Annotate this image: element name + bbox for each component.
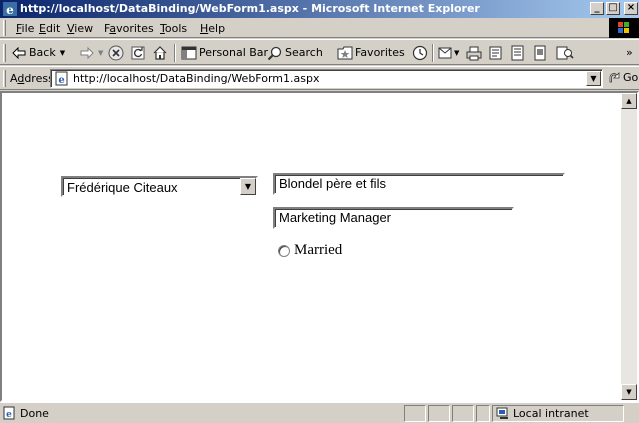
forward-button[interactable]: ▼ <box>80 44 103 62</box>
toolbar-grip[interactable] <box>3 44 6 62</box>
ie-logo-icon: e <box>3 2 17 16</box>
mail-icon <box>438 47 452 59</box>
menu-favorites[interactable]: Favorites <box>104 22 154 35</box>
forward-dropdown-icon[interactable]: ▼ <box>98 44 103 62</box>
toolbar-overflow-button[interactable]: » <box>626 44 633 62</box>
window-title: http://localhost/DataBinding/WebForm1.as… <box>20 2 480 15</box>
contact-name-select[interactable]: Frédérique Citeaux ▼ <box>61 176 258 197</box>
contact-name-dropdown-icon[interactable]: ▼ <box>240 178 256 195</box>
svg-text:e: e <box>6 3 14 16</box>
personal-bar-icon <box>181 46 197 60</box>
svg-text:e: e <box>58 75 64 86</box>
refresh-button[interactable] <box>130 44 146 62</box>
menu-grip[interactable] <box>3 20 6 36</box>
favorites-label: Favorites <box>355 46 405 59</box>
vertical-scrollbar[interactable]: ▲ ▼ <box>621 93 637 400</box>
favorites-button[interactable]: Favorites <box>337 44 405 62</box>
back-button[interactable]: Back ▼ <box>12 44 65 62</box>
discuss-icon <box>511 45 524 61</box>
search-icon <box>267 46 282 61</box>
toolbar-separator-2 <box>432 44 434 62</box>
toolbar-separator <box>174 44 176 62</box>
research-icon <box>556 46 574 60</box>
status-cell-4 <box>476 405 490 422</box>
mail-button[interactable]: ▼ <box>438 44 459 62</box>
go-label: Go <box>623 71 639 84</box>
status-cell-3 <box>452 405 474 422</box>
toolbar-overflow-label: » <box>626 46 633 59</box>
page-icon: e <box>55 71 68 86</box>
discuss-button[interactable] <box>510 44 526 62</box>
search-label: Search <box>285 46 323 59</box>
married-radio[interactable] <box>278 244 290 257</box>
go-arrow-icon <box>609 72 620 83</box>
go-button[interactable]: Go <box>608 71 638 84</box>
back-arrow-icon <box>12 47 26 59</box>
done-page-icon: e <box>3 406 15 420</box>
research-button[interactable] <box>556 44 574 62</box>
refresh-icon <box>131 46 145 60</box>
minimize-button[interactable]: _ <box>590 2 604 15</box>
address-label: Address <box>10 72 54 85</box>
history-icon <box>412 45 428 61</box>
stop-icon <box>108 45 124 61</box>
menu-bar: File Edit View Favorites Tools Help <box>0 18 639 38</box>
address-dropdown-button[interactable]: ▼ <box>586 71 601 86</box>
status-cell-2 <box>428 405 450 422</box>
zone-label: Local intranet <box>513 407 589 420</box>
standard-toolbar: Back ▼ ▼ Personal Bar Search Favorites ▼ <box>0 39 639 65</box>
edit-icon <box>489 46 502 60</box>
browser-viewport: Frédérique Citeaux ▼ Blondel père et fil… <box>0 91 639 402</box>
maximize-button[interactable]: □ <box>606 2 620 15</box>
contact-name-value: Frédérique Citeaux <box>67 180 178 195</box>
menu-help[interactable]: Help <box>200 22 225 35</box>
menu-tools[interactable]: Tools <box>160 22 187 35</box>
print-icon <box>466 46 482 61</box>
stop-button[interactable] <box>108 44 124 62</box>
history-button[interactable] <box>412 44 428 62</box>
home-icon <box>153 46 167 60</box>
windows-flag-icon <box>618 22 629 33</box>
address-bar: Address e http://localhost/DataBinding/W… <box>0 66 639 90</box>
contact-title-field[interactable]: Marketing Manager <box>273 207 514 229</box>
close-button[interactable]: × <box>624 2 638 15</box>
address-input[interactable]: e http://localhost/DataBinding/WebForm1.… <box>50 69 603 88</box>
status-cell-1 <box>404 405 426 422</box>
local-intranet-icon <box>496 407 508 419</box>
married-option[interactable]: Married <box>278 242 342 259</box>
forward-arrow-icon <box>80 47 94 59</box>
back-label: Back <box>29 46 56 59</box>
menu-view[interactable]: View <box>67 22 93 35</box>
search-button[interactable]: Search <box>267 44 323 62</box>
scroll-up-button[interactable]: ▲ <box>621 93 637 109</box>
address-url: http://localhost/DataBinding/WebForm1.as… <box>73 72 320 85</box>
svg-text:e: e <box>6 410 12 420</box>
messenger-button[interactable] <box>532 44 548 62</box>
print-button[interactable] <box>466 44 482 62</box>
window-title-bar: e http://localhost/DataBinding/WebForm1.… <box>0 0 639 18</box>
back-dropdown-icon[interactable]: ▼ <box>60 44 65 62</box>
favorites-icon <box>337 46 353 60</box>
edit-button[interactable] <box>488 44 504 62</box>
address-grip[interactable] <box>3 70 6 87</box>
personal-bar-button[interactable]: Personal Bar <box>181 44 268 62</box>
menu-file[interactable]: File <box>16 22 34 35</box>
company-name-field[interactable]: Blondel père et fils <box>273 173 565 195</box>
menu-edit[interactable]: Edit <box>39 22 60 35</box>
messenger-icon <box>534 45 546 61</box>
page-content: Frédérique Citeaux ▼ Blondel père et fil… <box>2 93 622 400</box>
throbber <box>609 18 639 38</box>
status-text: Done <box>20 407 49 420</box>
scroll-down-button[interactable]: ▼ <box>621 384 637 400</box>
personal-bar-label: Personal Bar <box>199 46 269 59</box>
zone-panel[interactable]: Local intranet <box>492 405 624 422</box>
home-button[interactable] <box>152 44 168 62</box>
status-bar: e Done Local intranet <box>0 402 639 423</box>
mail-dropdown-icon[interactable]: ▼ <box>454 44 459 62</box>
married-label: Married <box>294 242 343 258</box>
